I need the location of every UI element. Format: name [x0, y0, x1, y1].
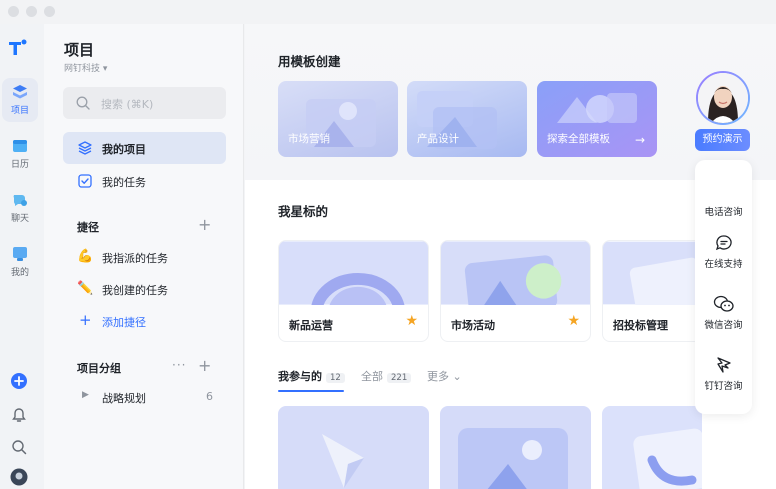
group-count: 6: [206, 390, 213, 403]
project-card[interactable]: [278, 406, 429, 489]
nav-my-projects[interactable]: 我的项目: [63, 132, 226, 164]
project-card[interactable]: [602, 406, 702, 489]
project-icon: [13, 85, 27, 99]
checkbox-icon: [78, 174, 92, 188]
nav-label: 我的项目: [102, 143, 146, 156]
tab-participating[interactable]: 我参与的 12: [278, 368, 345, 384]
teambition-logo-icon: [9, 39, 27, 55]
shortcut-label: 添加捷径: [102, 316, 146, 329]
chat-icon: [13, 195, 27, 206]
sidebar-title: 项目: [64, 41, 95, 59]
caret-right-icon[interactable]: ▶: [82, 390, 89, 400]
group-row[interactable]: ▶ 战略规划 6: [82, 388, 218, 408]
book-demo-button[interactable]: 预约演示: [695, 129, 750, 151]
project-cover-image: [441, 241, 590, 305]
project-cover-image: [603, 241, 701, 305]
project-groups-heading: 项目分组: [77, 362, 121, 375]
star-icon[interactable]: ★: [405, 313, 418, 329]
starred-project-card[interactable]: 市场活动 ★: [440, 240, 591, 342]
tab-all[interactable]: 全部 221: [361, 368, 412, 384]
starred-project-card[interactable]: 招投标管理: [602, 240, 702, 342]
add-icon[interactable]: [10, 372, 28, 390]
project-cover-image: [602, 406, 702, 489]
online-support-button[interactable]: 在线支持: [695, 234, 752, 270]
profile-icon: [13, 247, 27, 261]
flexed-arm-icon: 💪: [77, 249, 94, 264]
starred-heading: 我星标的: [278, 204, 329, 219]
rail-item-chat[interactable]: 聊天: [2, 186, 38, 230]
project-name: 新品运营: [289, 319, 333, 332]
arrow-right-icon: →: [634, 133, 645, 147]
project-cover-image: [278, 406, 429, 489]
tab-count: 221: [387, 373, 412, 383]
calendar-icon: [13, 140, 27, 152]
wechat-consult-button[interactable]: 微信咨询: [695, 295, 752, 331]
consult-label: 电话咨询: [704, 207, 743, 218]
star-icon[interactable]: ★: [567, 313, 580, 329]
tab-label: 全部: [361, 370, 383, 383]
add-shortcut-plus-icon[interactable]: +: [198, 217, 211, 233]
minimize-window-dot[interactable]: [26, 6, 37, 17]
consult-panel: 电话咨询 在线支持 微信咨询 钉钉咨询: [695, 160, 752, 414]
project-filter-tabs: 我参与的 12 全部 221 更多 ⌄: [278, 368, 738, 398]
rail-item-label: 聊天: [10, 214, 29, 224]
project-cover-image: [440, 406, 591, 489]
close-window-dot[interactable]: [8, 6, 19, 17]
consultant-portrait: [698, 73, 748, 123]
more-icon[interactable]: ···: [172, 358, 186, 372]
add-group-plus-icon[interactable]: +: [198, 358, 211, 374]
template-card-explore-all[interactable]: 探索全部模板 →: [537, 81, 657, 157]
app-rail: 项目 日历 聊天 我的: [0, 24, 44, 489]
chat-bubble-icon: [715, 235, 732, 251]
project-cover-image: [279, 241, 428, 305]
project-name: 招投标管理: [613, 319, 668, 332]
shortcut-label: 我指派的任务: [102, 252, 168, 265]
rail-item-me[interactable]: 我的: [2, 240, 38, 284]
organization-switcher[interactable]: 网钉科技 ▾: [64, 61, 107, 74]
search-placeholder: 搜索 (⌘K): [101, 98, 154, 111]
consult-label: 在线支持: [704, 259, 743, 270]
rail-item-label: 我的: [10, 268, 29, 278]
template-label: 市场营销: [288, 133, 330, 145]
project-sidebar: 项目 网钉科技 ▾ 搜索 (⌘K) 我的项目 我的任务 捷径 + 💪 我指派的任…: [44, 24, 244, 489]
window-titlebar: [0, 0, 776, 24]
template-label: 产品设计: [417, 133, 459, 145]
template-card-product-design[interactable]: 产品设计: [407, 81, 527, 157]
search-icon: [76, 96, 90, 110]
pencil-icon: ✏️: [77, 281, 94, 296]
tab-count: 12: [326, 373, 345, 383]
starred-project-card[interactable]: 新品运营 ★: [278, 240, 429, 342]
templates-heading: 用模板创建: [278, 54, 341, 69]
nav-my-tasks[interactable]: 我的任务: [63, 165, 226, 197]
search-icon[interactable]: [10, 438, 28, 456]
active-tab-indicator: [278, 390, 344, 392]
rail-item-calendar[interactable]: 日历: [2, 132, 38, 176]
tab-label: 我参与的: [278, 370, 322, 383]
consult-label: 钉钉咨询: [704, 381, 743, 392]
template-card-marketing[interactable]: 市场营销: [278, 81, 398, 157]
layers-icon: [78, 141, 92, 155]
consultant-avatar[interactable]: [696, 71, 750, 125]
dingtalk-consult-button[interactable]: 钉钉咨询: [695, 356, 752, 392]
phone-consult-button[interactable]: 电话咨询: [695, 204, 752, 218]
project-card[interactable]: [440, 406, 591, 489]
template-label: 探索全部模板: [547, 133, 610, 145]
project-name: 市场活动: [451, 319, 495, 332]
rail-item-label: 项目: [10, 106, 29, 116]
tab-more[interactable]: 更多 ⌄: [427, 368, 462, 384]
shortcuts-heading: 捷径: [77, 221, 99, 234]
consult-label: 微信咨询: [704, 320, 743, 331]
search-input[interactable]: 搜索 (⌘K): [63, 87, 226, 119]
user-avatar-icon[interactable]: [10, 468, 28, 486]
nav-label: 我的任务: [102, 176, 146, 189]
rail-item-label: 日历: [10, 160, 29, 170]
shortcut-label: 我创建的任务: [102, 284, 168, 297]
rail-item-project[interactable]: 项目: [2, 78, 38, 122]
plus-icon: +: [79, 311, 92, 329]
bell-icon[interactable]: [10, 406, 28, 424]
wechat-icon: [713, 295, 734, 312]
dingtalk-icon: [716, 357, 731, 373]
zoom-window-dot[interactable]: [44, 6, 55, 17]
group-label: 战略规划: [102, 392, 146, 405]
